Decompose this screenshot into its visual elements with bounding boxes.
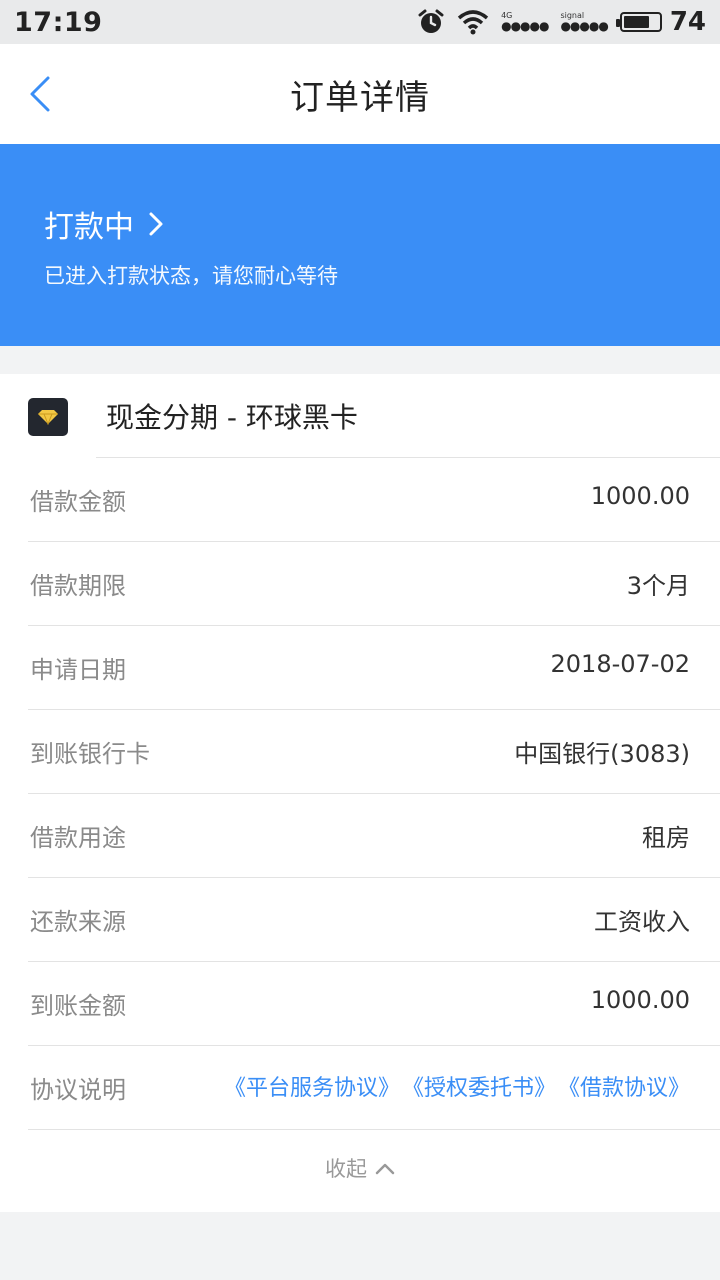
detail-row-apply-date: 申请日期 2018-07-02 xyxy=(28,626,720,710)
detail-row-loan-term: 借款期限 3个月 xyxy=(28,542,720,626)
nav-bar: 订单详情 xyxy=(0,44,720,144)
chevron-right-icon xyxy=(149,212,163,236)
agreement-links: 《平台服务协议》 《授权委托书》 《借款协议》 xyxy=(224,1070,690,1102)
order-status-text: 打款中 xyxy=(44,210,134,245)
chevron-up-icon xyxy=(375,1163,395,1175)
detail-row-repayment-source: 还款来源 工资收入 xyxy=(28,878,720,962)
detail-row-loan-amount: 借款金额 1000.00 xyxy=(28,458,720,542)
collapse-button[interactable]: 收起 xyxy=(0,1130,720,1206)
product-header: 现金分期 - 环球黑卡 xyxy=(0,374,720,458)
cellular-signal-1: 4G ●●●●● xyxy=(501,12,549,33)
battery-percent: 74 xyxy=(669,7,706,37)
detail-label: 还款来源 xyxy=(30,908,126,936)
detail-label: 协议说明 xyxy=(30,1076,126,1104)
order-detail-card: 现金分期 - 环球黑卡 借款金额 1000.00 借款期限 3个月 申请日期 2… xyxy=(0,374,720,1212)
detail-value: 中国银行(3083) xyxy=(514,740,690,768)
status-bar: 17:19 4G ●●●●● signal ●●●●● 74 xyxy=(0,0,720,44)
page-title: 订单详情 xyxy=(290,77,430,118)
cellular-signal-2: signal ●●●●● xyxy=(560,12,608,33)
detail-label: 借款用途 xyxy=(30,824,126,852)
detail-row-agreements: 协议说明 《平台服务协议》 《授权委托书》 《借款协议》 xyxy=(28,1046,720,1130)
detail-label: 到账金额 xyxy=(30,992,126,1020)
detail-value: 2018-07-02 xyxy=(550,650,690,678)
signal-dots-icon: ●●●●● xyxy=(560,19,608,33)
battery-indicator: 74 xyxy=(615,7,706,37)
detail-row-bank-card: 到账银行卡 中国银行(3083) xyxy=(28,710,720,794)
detail-label: 申请日期 xyxy=(30,656,126,684)
detail-value: 工资收入 xyxy=(594,908,690,936)
status-icons: 4G ●●●●● signal ●●●●● 74 xyxy=(417,7,706,37)
detail-row-received-amount: 到账金额 1000.00 xyxy=(28,962,720,1046)
detail-row-loan-purpose: 借款用途 租房 xyxy=(28,794,720,878)
detail-label: 到账银行卡 xyxy=(30,740,150,768)
product-name: 现金分期 - 环球黑卡 xyxy=(106,401,358,434)
collapse-label: 收起 xyxy=(325,1157,367,1181)
battery-icon xyxy=(615,12,662,32)
signal-dots-icon: ●●●●● xyxy=(501,19,549,33)
order-status[interactable]: 打款中 xyxy=(44,202,164,246)
detail-label: 借款金额 xyxy=(30,488,126,516)
alarm-icon xyxy=(418,9,444,33)
platform-service-agreement-link[interactable]: 《平台服务协议》 xyxy=(224,1070,400,1102)
order-status-description: 已进入打款状态，请您耐心等待 xyxy=(44,264,338,288)
diamond-card-icon xyxy=(28,398,68,436)
loan-agreement-link[interactable]: 《借款协议》 xyxy=(558,1070,690,1102)
status-time: 17:19 xyxy=(14,6,103,38)
detail-label: 借款期限 xyxy=(30,572,126,600)
back-arrow-icon[interactable] xyxy=(22,74,62,114)
detail-value: 租房 xyxy=(642,824,690,852)
status-banner[interactable]: 打款中 已进入打款状态，请您耐心等待 xyxy=(0,144,720,346)
wifi-icon xyxy=(457,10,489,35)
detail-value: 1000.00 xyxy=(590,482,690,510)
authorization-letter-link[interactable]: 《授权委托书》 xyxy=(402,1070,556,1102)
detail-value: 3个月 xyxy=(626,572,690,600)
detail-value: 1000.00 xyxy=(590,986,690,1014)
